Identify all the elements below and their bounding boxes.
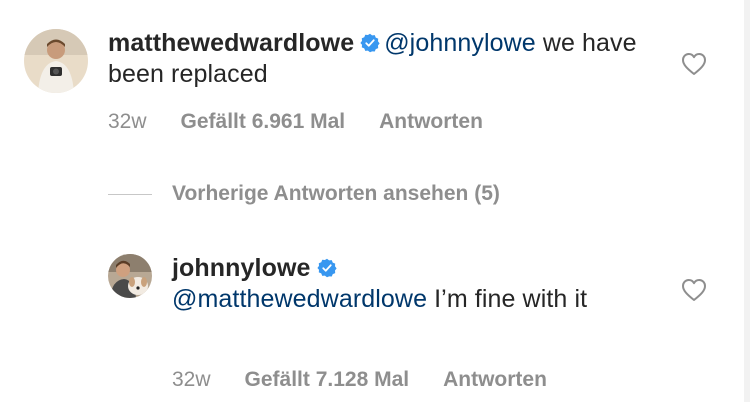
scroll-edge — [744, 0, 750, 402]
mention-link[interactable]: @johnnylowe — [384, 29, 536, 57]
avatar[interactable] — [108, 254, 152, 298]
view-previous-replies[interactable]: Vorherige Antworten ansehen (5) — [108, 180, 500, 208]
mention-link[interactable]: @matthewedwardlowe — [172, 285, 427, 313]
heart-outline-icon[interactable] — [681, 52, 707, 76]
comment-text: matthewedwardlowe @johnnylowe we have bee… — [108, 28, 648, 90]
likes-count[interactable]: Gefällt 7.128 Mal — [245, 367, 410, 393]
comment-text: johnnylowe @matthewedwardlowe I’m fine wi… — [172, 253, 642, 315]
likes-count[interactable]: Gefällt 6.961 Mal — [181, 109, 346, 135]
comment-message: I’m fine with it — [427, 285, 588, 313]
comment-meta: 32w Gefällt 7.128 Mal Antworten — [172, 367, 547, 393]
heart-outline-icon[interactable] — [681, 278, 707, 302]
avatar[interactable] — [24, 29, 88, 93]
reply-button[interactable]: Antworten — [443, 367, 547, 393]
view-replies-label[interactable]: Vorherige Antworten ansehen (5) — [172, 182, 500, 206]
verified-badge-icon — [316, 258, 337, 278]
verified-badge-icon — [360, 33, 380, 53]
replies-divider-line — [108, 193, 152, 195]
comment-time[interactable]: 32w — [108, 109, 147, 135]
comment-username[interactable]: johnnylowe — [172, 254, 311, 282]
comment-meta: 32w Gefällt 6.961 Mal Antworten — [108, 109, 483, 135]
comment-username[interactable]: matthewedwardlowe — [108, 29, 354, 57]
comment-time[interactable]: 32w — [172, 367, 211, 393]
reply-button[interactable]: Antworten — [379, 109, 483, 135]
